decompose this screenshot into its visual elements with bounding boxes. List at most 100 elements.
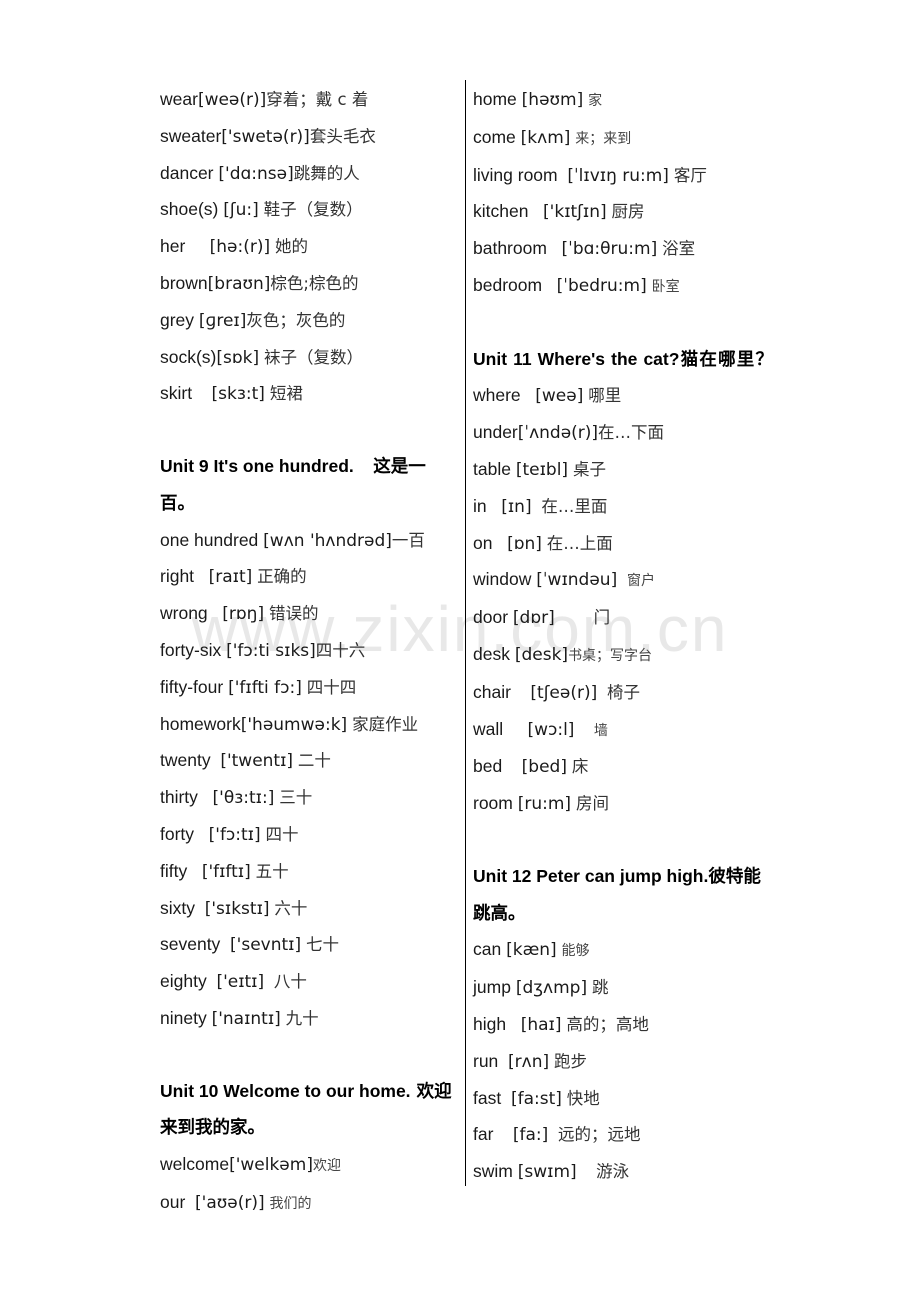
entry-gap — [208, 603, 223, 623]
vocabulary-entry: bedroom [ˈbedru:m] 卧室 — [473, 268, 773, 306]
vocabulary-entry: bathroom [ˈbɑ:θru:m] 浴室 — [473, 231, 773, 268]
entry-chinese-gloss: 三十 — [279, 788, 313, 808]
vocabulary-entry: one hundred [wʌn 'hʌndrəd]一百 — [160, 523, 452, 560]
entry-chinese-gloss: 家庭作业 — [352, 714, 419, 734]
entry-chinese-gloss: 厨房 — [611, 202, 645, 222]
entry-word: fast — [473, 1087, 502, 1108]
entry-word: room — [473, 793, 513, 814]
entry-gap — [577, 1161, 596, 1181]
vocabulary-entry: skirt [skɜ:t] 短裙 — [160, 376, 452, 413]
vocabulary-entry: window [ˈwɪndəu] 窗户 — [473, 562, 773, 600]
entry-pronunciation: ['θɜ:tɪ:] — [212, 788, 275, 809]
vocabulary-entry: table [teɪbl] 桌子 — [473, 452, 773, 489]
column-divider — [465, 80, 466, 1186]
entry-pronunciation: ['fɪftɪ] — [201, 861, 251, 882]
entry-chinese-gloss: 穿着；戴 c 着 — [266, 90, 369, 109]
entry-word: sixty — [160, 897, 195, 918]
vocabulary-entry: her [hə:(r)] 她的 — [160, 229, 452, 266]
entry-pronunciation: [fa:] — [512, 1125, 549, 1146]
entry-pronunciation: [bed] — [521, 757, 567, 778]
entry-gap — [574, 719, 593, 739]
vocabulary-entry: bed [bed] 床 — [473, 749, 773, 786]
entry-gap — [548, 1124, 558, 1144]
vocabulary-entry: fast [fa:st] 快地 — [473, 1081, 773, 1118]
entry-pronunciation: ['swetə(r)] — [221, 126, 310, 147]
unit-heading: Unit 9 It's one hundred. 这是一百。 — [160, 449, 452, 523]
entry-gap — [194, 824, 209, 844]
vocabulary-entry: wear[weə(r)]穿着；戴 c 着 — [160, 82, 452, 119]
entry-gap — [185, 1192, 195, 1212]
vocabulary-entry: thirty ['θɜ:tɪ:] 三十 — [160, 780, 452, 817]
entry-pronunciation: [fa:st] — [510, 1088, 562, 1109]
entry-word: forty — [160, 823, 195, 844]
entry-chinese-gloss: 书桌；写字台 — [568, 647, 653, 664]
entry-chinese-gloss: 哪里 — [588, 386, 622, 406]
two-column-layout: wear[weə(r)]穿着；戴 c 着 sweater['swetə(r)]套头… — [0, 0, 920, 1302]
entry-pronunciation: [haɪ] — [520, 1014, 562, 1035]
entry-chinese-gloss: 套头毛衣 — [309, 126, 376, 146]
entry-pronunciation: [ɪn] — [501, 496, 532, 517]
entry-pronunciation: [desk] — [514, 644, 569, 665]
entry-word: wrong — [160, 603, 208, 624]
vocabulary-entry: jump [dʒʌmp] 跳 — [473, 970, 773, 1007]
entry-pronunciation: ['həumwə:k] — [240, 714, 348, 735]
entry-pronunciation: [ɒn] — [507, 533, 542, 554]
entry-pronunciation: [braʊn] — [207, 273, 271, 294]
entry-pronunciation: [tʃeə(r)] — [530, 682, 598, 703]
entry-pronunciation: ['eɪtɪ] — [216, 972, 265, 993]
entry-word: can — [473, 939, 502, 960]
entry-word: swim — [473, 1161, 513, 1182]
entry-word: grey — [160, 309, 195, 330]
entry-word: eighty — [160, 971, 207, 992]
entry-word: sock(s) — [160, 346, 217, 367]
entry-pronunciation: [dʒʌmp] — [515, 978, 588, 999]
entry-chinese-gloss: 正确的 — [257, 567, 307, 587]
entry-pronunciation: [sɒk] — [216, 347, 260, 368]
entry-gap — [211, 750, 221, 770]
entry-pronunciation: [rʌn] — [508, 1051, 550, 1072]
entry-gap — [597, 682, 607, 702]
right-column: home [həʊm] 家 come [kʌm] 来；来到 living room … — [473, 82, 773, 1191]
entry-chinese-gloss: 床 — [571, 757, 589, 777]
entry-pronunciation: [teɪbl] — [515, 459, 569, 480]
vocabulary-entry: swim [swɪm] 游泳 — [473, 1154, 773, 1191]
vocabulary-entry: fifty ['fɪftɪ] 五十 — [160, 854, 452, 891]
entry-chinese-gloss: 她的 — [274, 237, 308, 257]
vocabulary-entry: homework['həumwə:k] 家庭作业 — [160, 707, 452, 744]
entry-pronunciation: [ˈbɑ:θru:m] — [561, 239, 658, 260]
entry-chinese-gloss: 四十六 — [315, 640, 366, 660]
entry-chinese-gloss: 跳 — [591, 978, 609, 998]
entry-word: chair — [473, 681, 511, 702]
entry-chinese-gloss: 我们的 — [269, 1195, 312, 1212]
entry-chinese-gloss: 家 — [588, 93, 603, 109]
vocabulary-entry: chair [tʃeə(r)] 椅子 — [473, 675, 773, 712]
entry-chinese-gloss: 椅子 — [606, 682, 640, 702]
entry-chinese-gloss: 能够 — [561, 943, 590, 960]
entry-pronunciation: ['welkəm] — [229, 1155, 313, 1176]
entry-chinese-gloss: 一百 — [391, 530, 425, 550]
entry-pronunciation: [ˈʌndə(r)] — [517, 423, 599, 444]
entry-pronunciation: [rɒŋ] — [222, 604, 265, 625]
entry-word: door — [473, 607, 509, 628]
entry-pronunciation: [wɔ:l] — [527, 719, 575, 740]
entry-word: come — [473, 126, 516, 147]
entry-word: desk — [473, 643, 510, 664]
entry-gap — [498, 1051, 508, 1071]
entry-chinese-gloss: 来；来到 — [575, 130, 632, 147]
document-page: www.zixin.com.cn wear[weə(r)]穿着；戴 c 着 swe… — [0, 0, 920, 1302]
vocabulary-entry: shoe(s) [ʃu:] 鞋子（复数） — [160, 192, 452, 229]
entry-word: twenty — [160, 750, 211, 771]
entry-word: wear — [160, 89, 198, 109]
entry-chinese-gloss: 八十 — [273, 972, 307, 992]
entry-word: high — [473, 1013, 507, 1034]
entry-word: shoe(s) — [160, 199, 219, 220]
entry-pronunciation: ['aʊə(r)] — [195, 1192, 265, 1213]
entry-chinese-gloss: 袜子（复数） — [264, 347, 364, 367]
entry-pronunciation: ['sɪkstɪ] — [204, 898, 270, 919]
entry-word: fifty — [160, 860, 188, 881]
entry-chinese-gloss: 门 — [593, 608, 611, 628]
entry-word: kitchen — [473, 201, 529, 222]
entry-gap — [220, 934, 230, 954]
vocabulary-entry: come [kʌm] 来；来到 — [473, 120, 773, 158]
entry-word: run — [473, 1050, 499, 1071]
